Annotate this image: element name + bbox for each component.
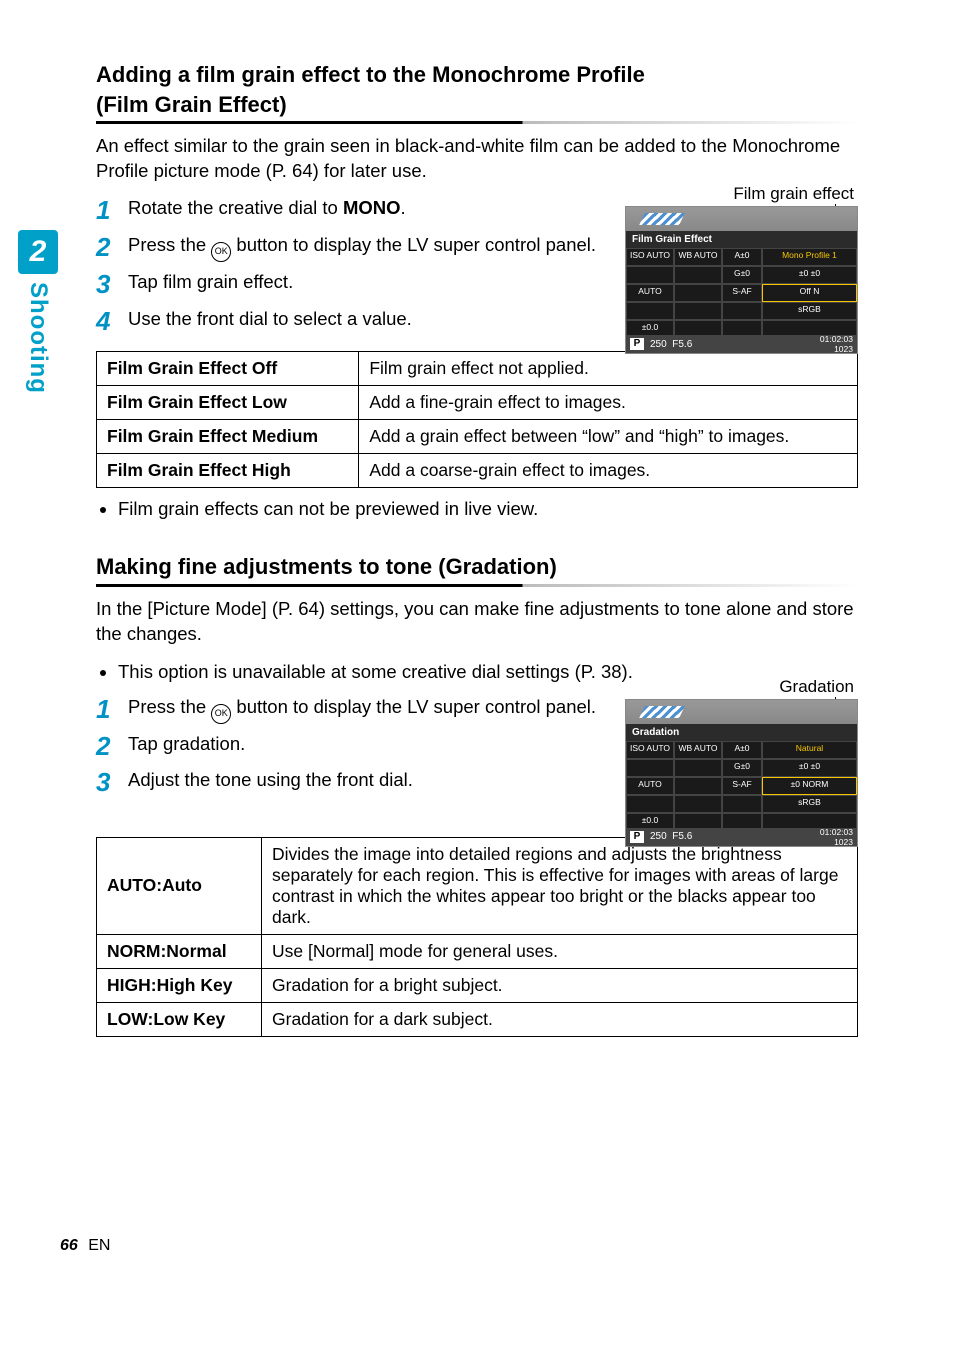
table-row: NORM:NormalUse [Normal] mode for general… <box>97 934 858 968</box>
camera-lcd-1: Film Grain Effect ISO AUTOWB AUTOA±0Mono… <box>625 206 858 354</box>
page-footer: 66 EN <box>60 1237 110 1255</box>
section1-note: Film grain effects can not be previewed … <box>96 496 858 522</box>
section1-table: Film Grain Effect OffFilm grain effect n… <box>96 351 858 488</box>
page-number: 66 <box>60 1237 78 1254</box>
step-number: 2 <box>96 732 128 761</box>
table-row: AUTO:AutoDivides the image into detailed… <box>97 837 858 934</box>
camera-lcd-2: Gradation ISO AUTOWB AUTOA±0Natural G±0±… <box>625 699 858 847</box>
table-row: Film Grain Effect MediumAdd a grain effe… <box>97 420 858 454</box>
section1-steps: Film grain effect Film Grain Effect ISO … <box>96 196 858 335</box>
section2-table: AUTO:AutoDivides the image into detailed… <box>96 837 858 1037</box>
step-number: 3 <box>96 768 128 797</box>
table-row: Film Grain Effect HighAdd a coarse-grain… <box>97 454 858 488</box>
mode-p-icon: P <box>630 338 644 350</box>
ok-button-icon: OK <box>211 704 231 724</box>
table-row: Film Grain Effect OffFilm grain effect n… <box>97 352 858 386</box>
page-lang: EN <box>88 1237 110 1254</box>
step-number: 2 <box>96 233 128 262</box>
section2-screenshot-caption: Gradation <box>625 677 854 697</box>
table-row: LOW:Low KeyGradation for a dark subject. <box>97 1002 858 1036</box>
section1-rule <box>96 121 858 124</box>
section2-rule <box>96 584 858 587</box>
section1-title-line2: (Film Grain Effect) <box>96 92 287 117</box>
section2-title: Making fine adjustments to tone (Gradati… <box>96 552 858 582</box>
lcd2-statusbar: P 250 F5.6 01:02:031023 <box>626 828 857 846</box>
section2-intro: In the [Picture Mode] (P. 64) settings, … <box>96 597 858 647</box>
table-row: HIGH:High KeyGradation for a bright subj… <box>97 968 858 1002</box>
step-number: 3 <box>96 270 128 299</box>
ok-button-icon: OK <box>211 242 231 262</box>
table-row: Film Grain Effect LowAdd a fine-grain ef… <box>97 386 858 420</box>
section1-title-line1: Adding a film grain effect to the Monoch… <box>96 62 645 87</box>
step-number: 1 <box>96 196 128 225</box>
mode-p-icon: P <box>630 831 644 843</box>
section2-steps: Gradation Gradation ISO AUTOWB AUTOA±0Na… <box>96 695 858 797</box>
section2-screenshot: Gradation Gradation ISO AUTOWB AUTOA±0Na… <box>625 677 858 847</box>
step-number: 1 <box>96 695 128 724</box>
section1-intro: An effect similar to the grain seen in b… <box>96 134 858 184</box>
lcd1-header: Film Grain Effect <box>626 231 857 248</box>
lcd1-statusbar: P 250 F5.6 01:02:031023 <box>626 335 857 353</box>
section1-screenshot-caption: Film grain effect <box>625 184 854 204</box>
section1-screenshot: Film grain effect Film Grain Effect ISO … <box>625 184 858 354</box>
brand-stripes <box>639 213 685 225</box>
brand-stripes <box>639 706 685 718</box>
step-number: 4 <box>96 307 128 336</box>
section1-title: Adding a film grain effect to the Monoch… <box>96 60 858 119</box>
lcd2-header: Gradation <box>626 724 857 741</box>
